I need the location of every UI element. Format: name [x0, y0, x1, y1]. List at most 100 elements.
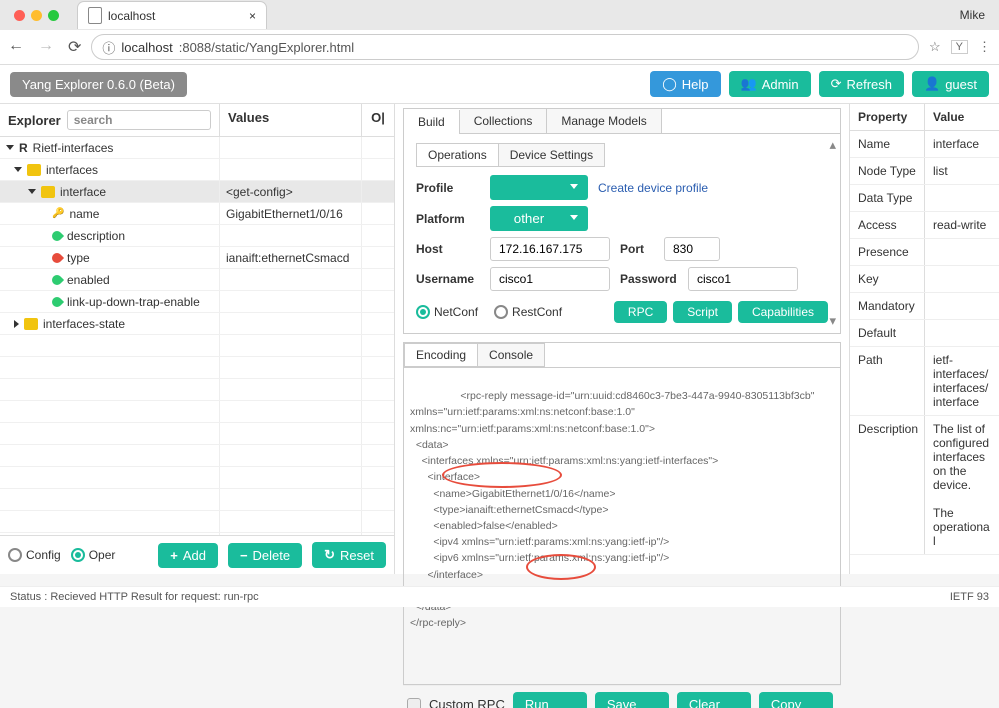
node-value[interactable]	[220, 291, 362, 312]
node-value[interactable]	[220, 137, 362, 158]
node-value[interactable]: GigabitEthernet1/0/16	[220, 203, 362, 224]
create-profile-link[interactable]: Create device profile	[598, 181, 708, 195]
tree-row[interactable]: 🔑nameGigabitEthernet1/0/16	[0, 203, 394, 225]
node-label: Rietf-interfaces	[33, 141, 114, 155]
delete-button[interactable]: − Delete	[228, 543, 302, 568]
tree-row[interactable]: typeianaift:ethernetCsmacd	[0, 247, 394, 269]
help-button[interactable]: ◯Help	[650, 71, 720, 97]
node-label: interfaces	[46, 163, 98, 177]
tree-row[interactable]: interfaces-state	[0, 313, 394, 335]
tab-operations[interactable]: Operations	[416, 143, 499, 167]
netconf-radio[interactable]: NetConf	[416, 305, 478, 319]
yandex-icon[interactable]: Y	[951, 40, 968, 54]
highlight-oval-2	[526, 554, 596, 580]
close-icon[interactable]	[14, 10, 25, 21]
reload-icon[interactable]: ⟳	[68, 37, 81, 57]
property-value	[925, 320, 999, 346]
node-value[interactable]: ianaift:ethernetCsmacd	[220, 247, 362, 268]
property-value: ietf-interfaces/interfaces/interface	[925, 347, 999, 415]
node-icon	[50, 294, 64, 308]
tab-console[interactable]: Console	[477, 343, 545, 367]
tab-collections[interactable]: Collections	[460, 109, 548, 133]
admin-button[interactable]: 👥Admin	[729, 71, 811, 97]
info-icon[interactable]: ⓘ	[102, 38, 115, 57]
status-right: IETF 93	[950, 591, 989, 603]
port-input[interactable]	[664, 237, 720, 261]
property-name: Node Type	[850, 158, 925, 184]
host-input[interactable]	[490, 237, 610, 261]
refresh-button[interactable]: ⟳Refresh	[819, 71, 904, 97]
yang-tree[interactable]: RRietf-interfaces interfaces interface<get…	[0, 137, 394, 535]
oper-radio[interactable]: Oper	[71, 548, 116, 562]
capabilities-button[interactable]: Capabilities	[738, 301, 828, 323]
platform-dropdown[interactable]: other	[490, 206, 588, 231]
highlight-oval-1	[442, 462, 562, 488]
star-icon[interactable]: ☆	[929, 39, 941, 55]
property-row: Default	[850, 320, 999, 347]
node-icon	[50, 272, 64, 286]
tree-row[interactable]: description	[0, 225, 394, 247]
rpc-output[interactable]: <rpc-reply message-id="urn:uuid:cd8460c3…	[404, 368, 840, 684]
node-icon	[50, 228, 64, 242]
rpc-button[interactable]: RPC	[614, 301, 667, 323]
window-controls[interactable]	[6, 10, 67, 21]
save-button[interactable]: Save	[595, 692, 669, 708]
explorer-header: Explorer search	[0, 104, 220, 136]
property-value	[925, 293, 999, 319]
password-input[interactable]	[688, 267, 798, 291]
node-value[interactable]	[220, 313, 362, 334]
tree-row[interactable]: RRietf-interfaces	[0, 137, 394, 159]
tree-row[interactable]: interface<get-config>	[0, 181, 394, 203]
property-name: Data Type	[850, 185, 925, 211]
chrome-user[interactable]: Mike	[960, 8, 985, 22]
forward-icon[interactable]: →	[38, 37, 54, 57]
config-radio[interactable]: Config	[8, 548, 61, 562]
tab-encoding[interactable]: Encoding	[404, 343, 478, 367]
port-label: Port	[620, 242, 654, 256]
values-header: Values	[220, 104, 362, 136]
tab-build[interactable]: Build	[404, 110, 460, 134]
search-input[interactable]: search	[67, 110, 211, 130]
node-value[interactable]	[220, 225, 362, 246]
custom-rpc-checkbox[interactable]	[407, 698, 421, 708]
restconf-radio[interactable]: RestConf	[494, 305, 562, 319]
scroll-down-icon[interactable]: ▾	[829, 313, 836, 329]
tab-manage[interactable]: Manage Models	[547, 109, 661, 133]
copy-button[interactable]: Copy	[759, 692, 833, 708]
scroll-up-icon[interactable]: ▴	[829, 137, 836, 153]
tab-device-settings[interactable]: Device Settings	[498, 143, 605, 167]
property-row: Presence	[850, 239, 999, 266]
close-tab-icon[interactable]: ×	[249, 9, 256, 23]
guest-button[interactable]: 👤guest	[912, 71, 989, 97]
github-icon: ◯	[662, 76, 677, 92]
maximize-icon[interactable]	[48, 10, 59, 21]
reset-button[interactable]: ↻ Reset	[312, 542, 386, 568]
property-value: list	[925, 158, 999, 184]
tree-row[interactable]: link-up-down-trap-enable	[0, 291, 394, 313]
browser-tab[interactable]: localhost ×	[77, 1, 267, 29]
add-button[interactable]: + Add	[158, 543, 218, 568]
menu-icon[interactable]: ⋮	[978, 39, 991, 55]
property-header: Property	[850, 104, 925, 130]
clear-button[interactable]: Clear	[677, 692, 751, 708]
node-value[interactable]: <get-config>	[220, 181, 362, 202]
script-button[interactable]: Script	[673, 301, 732, 323]
node-value[interactable]	[220, 159, 362, 180]
node-icon: 🔑	[52, 208, 64, 219]
tree-row[interactable]: enabled	[0, 269, 394, 291]
property-value: read-write	[925, 212, 999, 238]
property-name: Path	[850, 347, 925, 415]
node-value[interactable]	[220, 269, 362, 290]
node-icon	[41, 186, 55, 198]
url-input[interactable]: ⓘ localhost:8088/static/YangExplorer.htm…	[91, 34, 919, 60]
minimize-icon[interactable]	[31, 10, 42, 21]
status-text: Status : Recieved HTTP Result for reques…	[10, 591, 259, 603]
username-input[interactable]	[490, 267, 610, 291]
back-icon[interactable]: ←	[8, 37, 24, 57]
page-icon	[88, 7, 102, 24]
property-name: Mandatory	[850, 293, 925, 319]
property-value: The list of configured interfaces on the…	[925, 416, 999, 554]
tree-row[interactable]: interfaces	[0, 159, 394, 181]
run-button[interactable]: Run	[513, 692, 587, 708]
profile-dropdown[interactable]	[490, 175, 588, 200]
